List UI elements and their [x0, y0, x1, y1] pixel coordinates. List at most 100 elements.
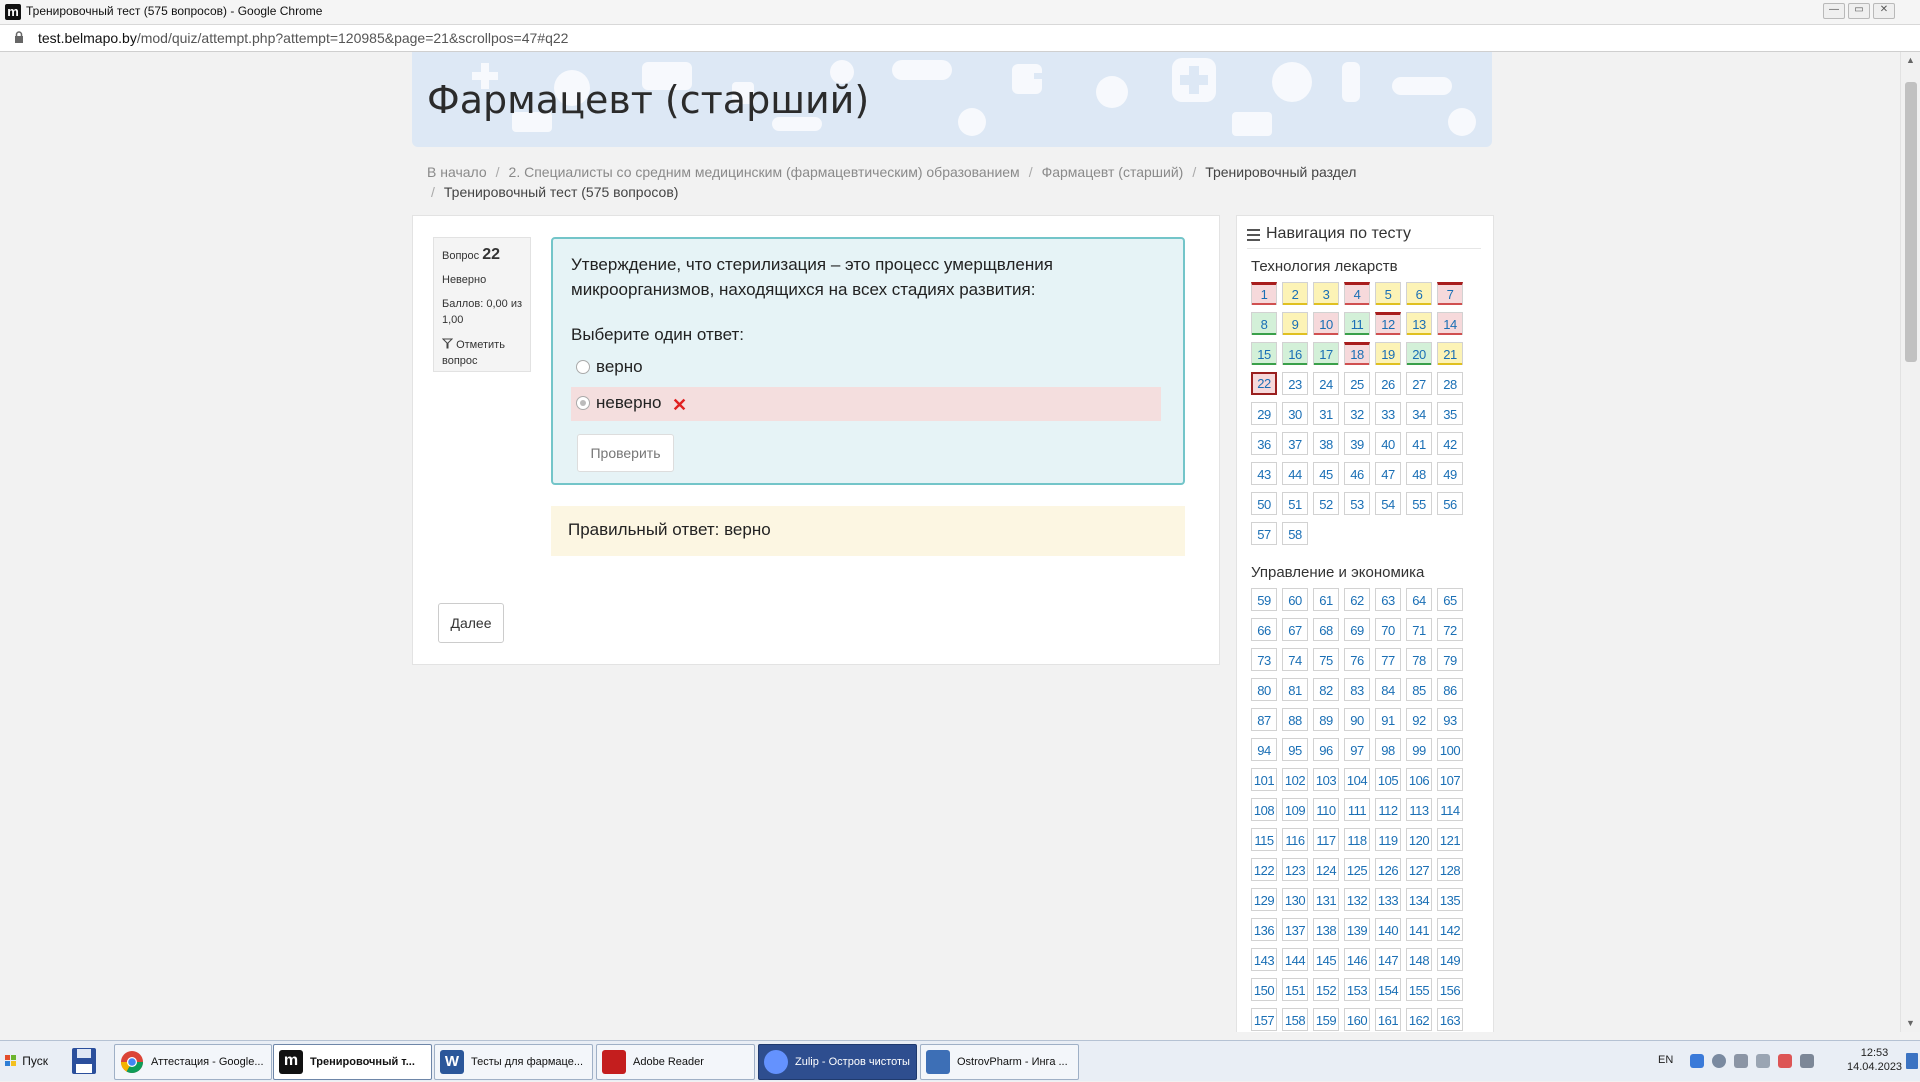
question-nav-button-45[interactable]: 45: [1313, 462, 1339, 485]
question-nav-button-159[interactable]: 159: [1313, 1008, 1339, 1031]
question-nav-button-66[interactable]: 66: [1251, 618, 1277, 641]
question-nav-button-29[interactable]: 29: [1251, 402, 1277, 425]
question-nav-button-91[interactable]: 91: [1375, 708, 1401, 731]
question-nav-button-140[interactable]: 140: [1375, 918, 1401, 941]
question-nav-button-63[interactable]: 63: [1375, 588, 1401, 611]
question-nav-button-114[interactable]: 114: [1437, 798, 1463, 821]
question-nav-button-145[interactable]: 145: [1313, 948, 1339, 971]
vertical-scrollbar[interactable]: ▲ ▼: [1900, 52, 1920, 1032]
question-nav-button-42[interactable]: 42: [1437, 432, 1463, 455]
volume-icon[interactable]: [1734, 1054, 1748, 1068]
question-nav-button-25[interactable]: 25: [1344, 372, 1370, 395]
question-nav-button-70[interactable]: 70: [1375, 618, 1401, 641]
question-nav-button-81[interactable]: 81: [1282, 678, 1308, 701]
breadcrumb-section-link[interactable]: Тренировочный раздел: [1205, 164, 1356, 180]
question-nav-button-79[interactable]: 79: [1437, 648, 1463, 671]
question-nav-button-60[interactable]: 60: [1282, 588, 1308, 611]
question-nav-button-144[interactable]: 144: [1282, 948, 1308, 971]
question-nav-button-24[interactable]: 24: [1313, 372, 1339, 395]
maximize-button[interactable]: ▭: [1848, 3, 1870, 19]
question-nav-button-5[interactable]: 5: [1375, 282, 1401, 305]
question-nav-button-17[interactable]: 17: [1313, 342, 1339, 365]
question-nav-button-103[interactable]: 103: [1313, 768, 1339, 791]
question-nav-button-33[interactable]: 33: [1375, 402, 1401, 425]
question-nav-button-84[interactable]: 84: [1375, 678, 1401, 701]
question-nav-button-10[interactable]: 10: [1313, 312, 1339, 335]
question-nav-button-73[interactable]: 73: [1251, 648, 1277, 671]
question-nav-button-152[interactable]: 152: [1313, 978, 1339, 1001]
question-nav-button-37[interactable]: 37: [1282, 432, 1308, 455]
question-nav-button-95[interactable]: 95: [1282, 738, 1308, 761]
breadcrumb-category-link[interactable]: 2. Специалисты со средним медицинским (ф…: [509, 164, 1020, 180]
question-nav-button-143[interactable]: 143: [1251, 948, 1277, 971]
question-nav-button-134[interactable]: 134: [1406, 888, 1432, 911]
question-nav-button-61[interactable]: 61: [1313, 588, 1339, 611]
question-nav-button-107[interactable]: 107: [1437, 768, 1463, 791]
question-nav-button-151[interactable]: 151: [1282, 978, 1308, 1001]
question-nav-button-34[interactable]: 34: [1406, 402, 1432, 425]
question-nav-button-142[interactable]: 142: [1437, 918, 1463, 941]
radio-unselected[interactable]: [576, 360, 590, 374]
question-nav-button-23[interactable]: 23: [1282, 372, 1308, 395]
question-nav-button-49[interactable]: 49: [1437, 462, 1463, 485]
question-nav-button-57[interactable]: 57: [1251, 522, 1277, 545]
question-nav-button-41[interactable]: 41: [1406, 432, 1432, 455]
taskbar-item-moodle[interactable]: m Тренировочный т...: [273, 1044, 432, 1080]
question-nav-button-117[interactable]: 117: [1313, 828, 1339, 851]
question-nav-button-11[interactable]: 11: [1344, 312, 1370, 335]
taskbar-item-word[interactable]: W Тесты для фармаце...: [434, 1044, 593, 1080]
question-nav-button-1[interactable]: 1: [1251, 282, 1277, 305]
language-indicator[interactable]: EN: [1658, 1054, 1673, 1066]
question-nav-button-146[interactable]: 146: [1344, 948, 1370, 971]
question-nav-button-120[interactable]: 120: [1406, 828, 1432, 851]
question-nav-button-55[interactable]: 55: [1406, 492, 1432, 515]
question-nav-button-27[interactable]: 27: [1406, 372, 1432, 395]
question-nav-button-88[interactable]: 88: [1282, 708, 1308, 731]
question-nav-button-31[interactable]: 31: [1313, 402, 1339, 425]
question-nav-button-8[interactable]: 8: [1251, 312, 1277, 335]
question-nav-button-32[interactable]: 32: [1344, 402, 1370, 425]
question-nav-button-136[interactable]: 136: [1251, 918, 1277, 941]
tray-app-icon[interactable]: [1778, 1054, 1792, 1068]
question-nav-button-36[interactable]: 36: [1251, 432, 1277, 455]
question-nav-button-92[interactable]: 92: [1406, 708, 1432, 731]
question-nav-button-155[interactable]: 155: [1406, 978, 1432, 1001]
question-nav-button-153[interactable]: 153: [1344, 978, 1370, 1001]
question-nav-button-98[interactable]: 98: [1375, 738, 1401, 761]
taskbar-item-adobe-reader[interactable]: Adobe Reader: [596, 1044, 755, 1080]
question-nav-button-58[interactable]: 58: [1282, 522, 1308, 545]
question-nav-button-3[interactable]: 3: [1313, 282, 1339, 305]
scrollbar-thumb[interactable]: [1905, 82, 1917, 362]
question-nav-button-75[interactable]: 75: [1313, 648, 1339, 671]
url-text[interactable]: test.belmapo.by/mod/quiz/attempt.php?att…: [38, 30, 568, 46]
question-nav-button-96[interactable]: 96: [1313, 738, 1339, 761]
question-nav-button-62[interactable]: 62: [1344, 588, 1370, 611]
question-nav-button-147[interactable]: 147: [1375, 948, 1401, 971]
question-nav-button-105[interactable]: 105: [1375, 768, 1401, 791]
question-nav-button-132[interactable]: 132: [1344, 888, 1370, 911]
question-nav-button-101[interactable]: 101: [1251, 768, 1277, 791]
question-nav-button-158[interactable]: 158: [1282, 1008, 1308, 1031]
question-nav-button-52[interactable]: 52: [1313, 492, 1339, 515]
answer-option-false[interactable]: неверно ✕: [571, 387, 1161, 421]
question-nav-button-129[interactable]: 129: [1251, 888, 1277, 911]
taskbar-item-chrome[interactable]: Аттестация - Google...: [114, 1044, 272, 1080]
taskbar-item-ostrovpharm[interactable]: OstrovPharm - Инга ...: [920, 1044, 1079, 1080]
question-nav-button-93[interactable]: 93: [1437, 708, 1463, 731]
question-nav-button-150[interactable]: 150: [1251, 978, 1277, 1001]
question-nav-button-87[interactable]: 87: [1251, 708, 1277, 731]
question-nav-button-48[interactable]: 48: [1406, 462, 1432, 485]
question-nav-button-13[interactable]: 13: [1406, 312, 1432, 335]
check-button[interactable]: Проверить: [577, 434, 674, 472]
question-nav-button-106[interactable]: 106: [1406, 768, 1432, 791]
question-nav-button-113[interactable]: 113: [1406, 798, 1432, 821]
question-nav-button-161[interactable]: 161: [1375, 1008, 1401, 1031]
question-nav-button-71[interactable]: 71: [1406, 618, 1432, 641]
system-clock[interactable]: 12:53 14.04.2023: [1847, 1046, 1902, 1074]
network-status-icon[interactable]: [1690, 1054, 1704, 1068]
question-nav-button-124[interactable]: 124: [1313, 858, 1339, 881]
question-nav-button-56[interactable]: 56: [1437, 492, 1463, 515]
question-nav-button-127[interactable]: 127: [1406, 858, 1432, 881]
question-nav-button-68[interactable]: 68: [1313, 618, 1339, 641]
question-nav-button-72[interactable]: 72: [1437, 618, 1463, 641]
